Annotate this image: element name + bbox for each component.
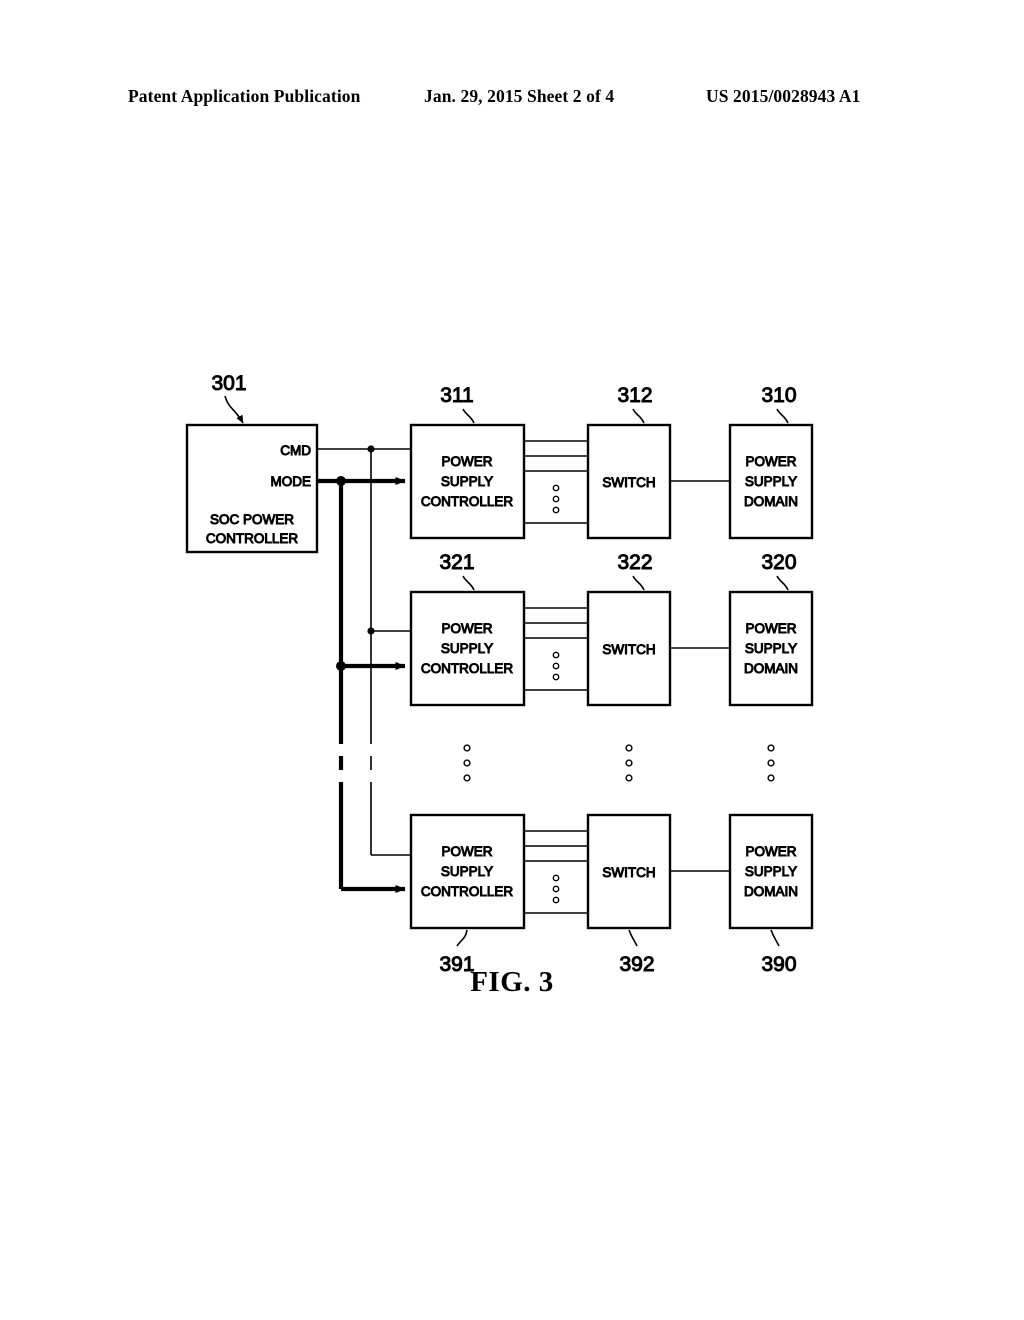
ref-numeral-322: 322: [617, 551, 652, 574]
soc-power-controller-label-line1: SOC POWER: [210, 512, 294, 527]
psc-321-line1: POWER: [441, 621, 492, 636]
leader-line-301: [224, 395, 244, 424]
row-2: POWER SUPPLY CONTROLLER 321 SWITCH 322 P…: [409, 551, 814, 707]
switch-392-label: SWITCH: [602, 865, 655, 880]
port-label-mode: MODE: [271, 474, 312, 489]
bundle-vertical-ellipsis-icon: [552, 651, 560, 681]
psd-390-line2: SUPPLY: [745, 864, 797, 879]
psc-311-line2: SUPPLY: [441, 474, 493, 489]
vertical-ellipsis-icon-switch-column: [625, 744, 633, 782]
mode-junction-dot-row-1: [336, 476, 346, 486]
column-ellipsis-group: [463, 744, 775, 782]
cmd-junction-dot-row-1: [367, 445, 375, 453]
psd-310-line3: DOMAIN: [744, 494, 798, 509]
mode-junction-dot-row-2: [336, 661, 346, 671]
ref-numeral-320: 320: [761, 551, 796, 574]
leader-line-321: [462, 575, 475, 591]
psd-320-line1: POWER: [745, 621, 796, 636]
cmd-bus[interactable]: [317, 445, 411, 856]
psc-switch-bundle-row-2: [524, 607, 588, 691]
leader-line-391: [456, 929, 468, 947]
psd-310-line2: SUPPLY: [745, 474, 797, 489]
bundle-vertical-ellipsis-icon: [552, 484, 560, 514]
row-n: POWER SUPPLY CONTROLLER 391 SWITCH 392 P…: [409, 813, 814, 977]
psc-391-line3: CONTROLLER: [421, 884, 514, 899]
psd-390-line3: DOMAIN: [744, 884, 798, 899]
leader-line-311: [462, 408, 475, 424]
psc-311-line1: POWER: [441, 454, 492, 469]
switch-322-label: SWITCH: [602, 642, 655, 657]
figure-3-diagram: CMD MODE SOC POWER CONTROLLER 301 POWER …: [0, 0, 1024, 1320]
leader-line-310: [776, 408, 789, 424]
psd-320-line2: SUPPLY: [745, 641, 797, 656]
port-label-cmd: CMD: [280, 443, 311, 458]
psc-391-line2: SUPPLY: [441, 864, 493, 879]
leader-line-320: [776, 575, 789, 591]
cmd-junction-dot-row-2: [367, 627, 375, 635]
psd-320-line3: DOMAIN: [744, 661, 798, 676]
bundle-vertical-ellipsis-icon: [552, 874, 560, 904]
psd-390-line1: POWER: [745, 844, 796, 859]
ref-numeral-310: 310: [761, 384, 796, 407]
psc-321-line3: CONTROLLER: [421, 661, 514, 676]
psc-switch-bundle-row-1: [524, 440, 588, 524]
vertical-ellipsis-icon-psc-column: [463, 744, 471, 782]
soc-power-controller-label-line2: CONTROLLER: [206, 531, 299, 546]
ref-numeral-301: 301: [211, 372, 246, 395]
switch-312-label: SWITCH: [602, 475, 655, 490]
row-1: POWER SUPPLY CONTROLLER 311 SWITCH 312 P…: [409, 384, 814, 540]
psd-310-line1: POWER: [745, 454, 796, 469]
figure-caption: FIG. 3: [470, 966, 554, 998]
ref-numeral-311: 311: [440, 384, 473, 407]
leader-line-312: [632, 408, 645, 424]
psc-391-line1: POWER: [441, 844, 492, 859]
psc-321-line2: SUPPLY: [441, 641, 493, 656]
psc-311-line3: CONTROLLER: [421, 494, 514, 509]
mode-bus[interactable]: [317, 476, 406, 893]
leader-line-390: [770, 929, 780, 947]
ref-numeral-321: 321: [439, 551, 474, 574]
psc-switch-bundle-row-n: [524, 830, 588, 914]
vertical-ellipsis-icon-domain-column: [767, 744, 775, 782]
soc-power-controller-block: CMD MODE SOC POWER CONTROLLER 301: [185, 372, 319, 554]
leader-line-392: [628, 929, 638, 947]
ref-numeral-312: 312: [617, 384, 652, 407]
leader-line-322: [632, 575, 645, 591]
